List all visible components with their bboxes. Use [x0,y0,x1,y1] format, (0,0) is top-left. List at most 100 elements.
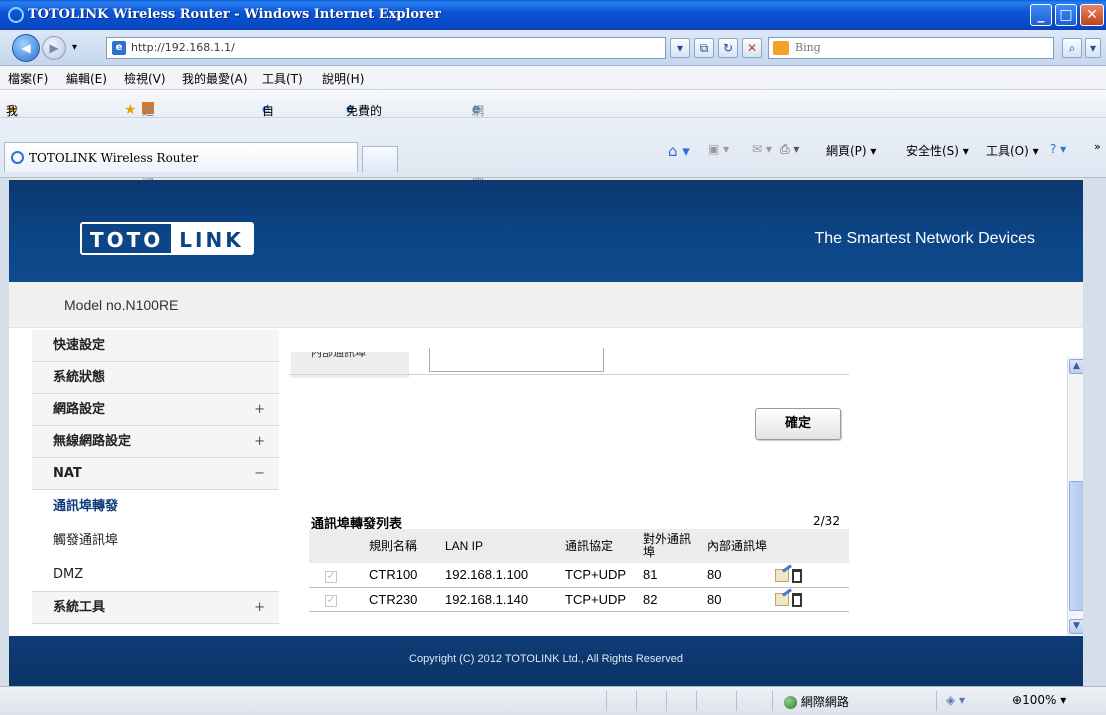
sidebar-item-label: DMZ [53,567,84,582]
forward-button[interactable]: ▶ [42,36,66,60]
col-internal-port: 內部通訊埠 [703,529,771,563]
mail-icon[interactable]: ✉ ▾ [752,142,772,156]
menu-favorites[interactable]: 我的最愛(A) [182,70,248,87]
sidebar-item-dmz[interactable]: DMZ [32,558,279,592]
sidebar-item-system-status[interactable]: 系統狀態 [32,362,279,394]
internal-port-input[interactable] [429,348,604,372]
cell-protocol: TCP+UDP [561,563,639,588]
rule-count: 2/32 [813,514,840,528]
status-divider [772,691,773,711]
edit-icon[interactable] [775,569,789,583]
search-placeholder: Bing [795,41,821,54]
stop-button[interactable]: ✕ [742,38,762,58]
col-select [309,529,365,563]
back-button[interactable]: ◀ [12,34,40,62]
sidebar-item-label: 通訊埠轉發 [53,499,119,514]
address-input[interactable]: e http://192.168.1.1/ [106,37,666,59]
model-number: Model no.N100RE [64,297,179,313]
form-divider [289,374,849,375]
home-icon[interactable]: ⌂ ▾ [668,142,690,160]
menu-help[interactable]: 說明(H) [322,70,364,87]
menu-tools[interactable]: 工具(T) [262,70,303,87]
content-scrollbar[interactable]: ▲ ▼ [1067,357,1083,636]
status-divider [666,691,667,711]
sidebar-item-quick-setup[interactable]: 快速設定 [32,330,279,362]
minimize-icon: _ [1037,7,1045,23]
page-menu[interactable]: 網頁(P) ▾ [826,142,876,159]
feeds-icon[interactable]: ▣ ▾ [708,142,729,156]
compatibility-view-button[interactable]: ⧉ [694,38,714,58]
tools-menu[interactable]: 工具(O) ▾ [986,142,1039,159]
sidebar-item-port-triggering[interactable]: 觸發通訊埠 [32,524,279,558]
help-icon[interactable]: ? ▾ [1050,142,1066,156]
zoom-icon: ⊕ [1012,693,1023,707]
cell-actions [771,587,849,612]
logo-left: TOTO [90,228,164,252]
search-options-button[interactable]: ▾ [1085,38,1101,58]
menu-view[interactable]: 檢視(V) [124,70,166,87]
new-tab-button[interactable] [362,146,398,172]
window-border-right [1083,178,1106,686]
favorites-bar: ★ 我的最愛 ★ 建議的網站 ▾ e 自訂連結 e 免費的 Hotmail e … [0,90,1106,218]
status-divider [736,691,737,711]
scroll-thumb[interactable] [1069,481,1083,611]
col-actions [771,529,849,563]
search-input[interactable]: Bing [768,37,1054,59]
menu-file[interactable]: 檔案(F) [8,70,48,87]
sidebar-item-label: 觸發通訊埠 [53,533,119,548]
scroll-up-icon[interactable]: ▲ [1069,359,1083,374]
security-zone[interactable]: 網際網路 [784,693,849,710]
sidebar-item-nat[interactable]: NAT − [32,458,279,490]
search-button[interactable]: ⌕ [1062,38,1082,58]
status-divider [606,691,607,711]
col-rule-name: 規則名稱 [365,529,441,563]
close-icon: ✕ [1086,7,1098,23]
tab-bar: TOTOLINK Wireless Router ⌂ ▾ ▣ ▾ ✉ ▾ ⎙ ▾… [0,118,1106,178]
edit-icon[interactable] [775,593,789,607]
print-icon[interactable]: ⎙ ▾ [780,142,799,157]
sidebar-item-label: 網路設定 [53,402,106,417]
protected-mode-icon[interactable]: ◈ ▾ [946,693,965,707]
sidebar-item-port-forwarding[interactable]: 通訊埠轉發 [32,490,279,524]
menu-bar: 檔案(F) 編輯(E) 檢視(V) 我的最愛(A) 工具(T) 說明(H) [0,66,1106,90]
tab-totolink[interactable]: TOTOLINK Wireless Router [4,142,358,172]
table-row: ✓ CTR100 192.168.1.100 TCP+UDP 81 80 [309,563,849,588]
copyright-text: Copyright (C) 2012 TOTOLINK Ltd., All Ri… [409,653,683,665]
page-icon: e [112,41,126,55]
ie-logo-icon [8,7,24,23]
confirm-button[interactable]: 確定 [755,408,841,440]
delete-icon[interactable] [792,568,802,583]
address-url: http://192.168.1.1/ [131,41,235,54]
table-row: ✓ CTR230 192.168.1.140 TCP+UDP 82 80 [309,587,849,612]
cell-rule-name: CTR230 [365,587,441,612]
sidebar-item-system-tools[interactable]: 系統工具 + [32,592,279,624]
status-divider [636,691,637,711]
sidebar-item-label: 快速設定 [53,338,106,353]
status-bar: 網際網路 ◈ ▾ ⊕100% ▾ [0,686,1106,715]
table-header-row: 規則名稱 LAN IP 通訊協定 對外通訊埠 內部通訊埠 [309,529,849,563]
expand-icon: + [254,402,265,417]
safety-menu[interactable]: 安全性(S) ▾ [906,142,969,159]
scroll-down-icon[interactable]: ▼ [1069,619,1083,634]
chevron-more-icon[interactable]: » [1094,140,1101,153]
zoom-control[interactable]: ⊕100% ▾ [1012,693,1066,707]
cell-protocol: TCP+UDP [561,587,639,612]
minimize-button[interactable]: _ [1030,4,1052,26]
sidebar-item-wireless[interactable]: 無線網路設定 + [32,426,279,458]
sidebar-item-network[interactable]: 網路設定 + [32,394,279,426]
refresh-button[interactable]: ↻ [718,38,738,58]
main-content: 內部通訊埠 確定 通訊埠轉發列表 2/32 規則名稱 LAN IP 通訊協定 對… [279,330,1083,636]
address-dropdown-button[interactable]: ▾ [670,38,690,58]
row-checkbox[interactable]: ✓ [325,570,337,583]
history-dropdown-icon[interactable]: ▾ [72,42,77,53]
status-divider [936,691,937,711]
sidebar: 快速設定 系統狀態 網路設定 + 無線網路設定 + NAT − 通訊埠轉發 觸發通訊埠… [32,330,279,624]
address-toolbar: ◀ ▶ ▾ e http://192.168.1.1/ ▾ ⧉ ↻ ✕ Bing… [0,30,1106,66]
close-button[interactable]: ✕ [1080,4,1104,26]
cell-internal-port: 80 [703,587,771,612]
maximize-button[interactable]: □ [1055,4,1077,26]
delete-icon[interactable] [792,592,802,607]
menu-edit[interactable]: 編輯(E) [66,70,107,87]
row-checkbox[interactable]: ✓ [325,595,337,607]
router-footer: Copyright (C) 2012 TOTOLINK Ltd., All Ri… [9,636,1083,686]
